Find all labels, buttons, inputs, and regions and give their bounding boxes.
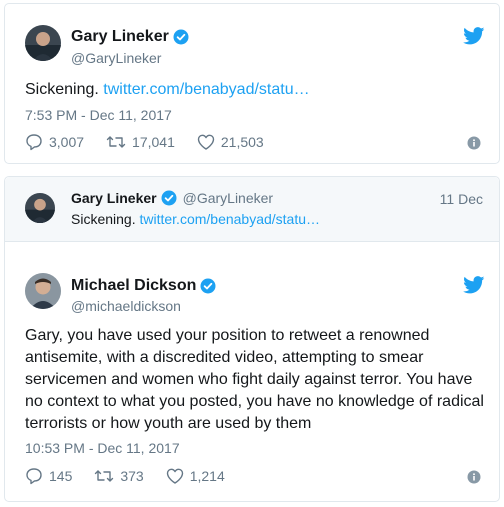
author-name-row[interactable]: Gary Lineker [71,28,189,46]
info-icon[interactable] [467,136,481,150]
retweet-count: 17,041 [132,134,175,150]
twitter-bird-icon[interactable] [463,276,485,294]
retweet-count: 373 [120,468,144,484]
author-name-row[interactable]: Michael Dickson [71,277,216,295]
author-handle[interactable]: @michaeldickson [71,298,181,314]
reply-count: 145 [49,468,73,484]
tweet-actions: 3,007 17,041 21,503 [25,133,286,151]
avatar-gary-lineker[interactable] [25,25,61,61]
quoted-author-handle[interactable]: @GaryLineker [183,190,273,206]
tweet-text-body: Sickening. [25,81,99,98]
tweet-actions: 145 373 1,214 [25,467,247,485]
tweet-text: Sickening. twitter.com/benabyad/statu… [25,79,310,101]
like-button[interactable]: 1,214 [166,467,225,485]
quoted-avatar[interactable] [25,193,55,223]
reply-button[interactable]: 145 [25,467,72,485]
reply-icon [26,468,42,485]
author-name[interactable]: Gary Lineker [71,28,169,46]
like-button[interactable]: 21,503 [197,133,264,151]
like-icon [197,134,215,150]
like-count: 1,214 [189,468,225,484]
tweet-timestamp[interactable]: 10:53 PM - Dec 11, 2017 [25,440,180,456]
verified-badge-icon [161,190,177,206]
like-count: 21,503 [220,134,264,150]
quoted-author-name[interactable]: Gary Lineker [71,190,157,206]
quoted-text: Sickening. twitter.com/benabyad/statu… [71,211,320,227]
quoted-name-row[interactable]: Gary Lineker @GaryLineker [71,190,273,206]
twitter-bird-icon[interactable] [463,27,485,45]
verified-badge-icon [200,278,216,294]
reply-icon [26,134,42,151]
tweet-card-michael-dickson: Gary Lineker @GaryLineker 11 Dec Sickeni… [4,176,500,502]
quoted-date[interactable]: 11 Dec [440,191,483,207]
author-name[interactable]: Michael Dickson [71,277,196,295]
verified-badge-icon [173,29,189,45]
reply-button[interactable]: 3,007 [25,133,84,151]
tweet-card-gary-lineker: Gary Lineker @GaryLineker Sickening. twi… [4,3,500,164]
tweet-link[interactable]: twitter.com/benabyad/statu… [103,81,309,98]
info-icon[interactable] [467,470,481,484]
retweet-icon [106,136,126,148]
quoted-link[interactable]: twitter.com/benabyad/statu… [139,211,320,227]
tweet-timestamp[interactable]: 7:53 PM - Dec 11, 2017 [25,107,172,123]
retweet-button[interactable]: 373 [94,467,144,485]
tweet-text: Gary, you have used your position to ret… [25,327,484,432]
reply-count: 3,007 [49,134,85,150]
quoted-text-body: Sickening. [71,211,136,227]
quoted-tweet[interactable]: Gary Lineker @GaryLineker 11 Dec Sickeni… [5,177,499,242]
like-icon [166,468,183,484]
retweet-icon [95,470,114,482]
retweet-button[interactable]: 17,041 [106,133,175,151]
author-handle[interactable]: @GaryLineker [71,50,161,66]
avatar-michael-dickson[interactable] [25,273,61,309]
